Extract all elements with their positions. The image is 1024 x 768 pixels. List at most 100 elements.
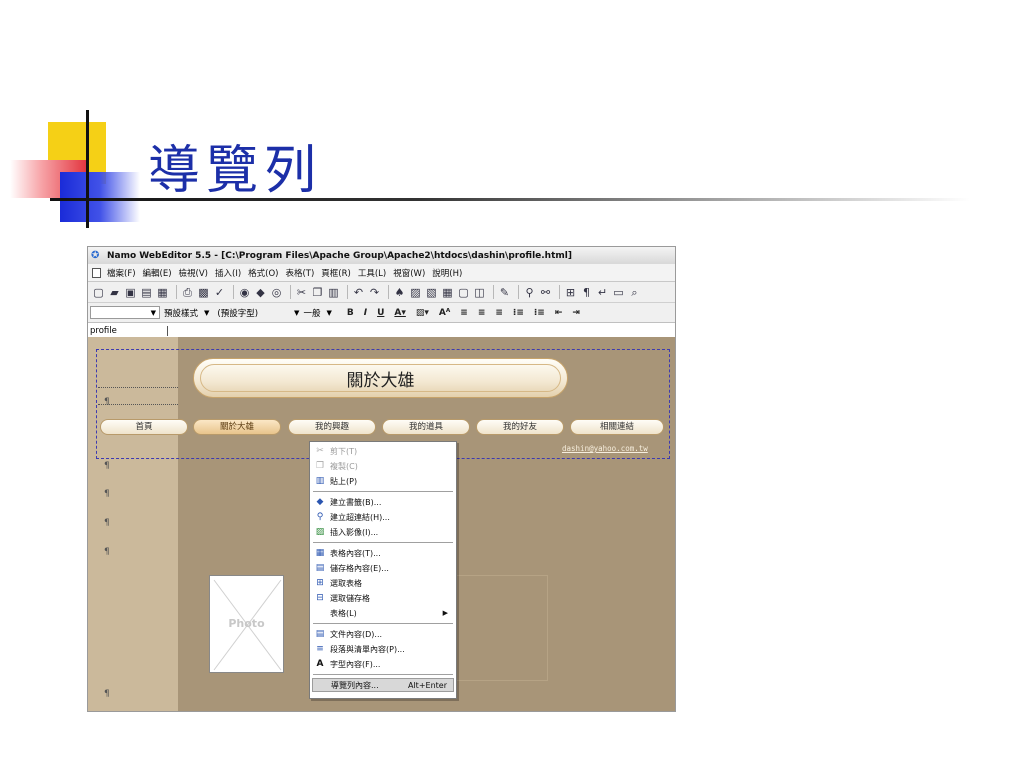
bulleted-list-icon[interactable]: ⁝≡ bbox=[534, 308, 545, 318]
zoom-icon[interactable]: ⌕ bbox=[628, 286, 641, 299]
ctx-cut[interactable]: ✂ 剪下(T) bbox=[312, 444, 454, 458]
ctx-hyperlink[interactable]: ⚲ 建立超連結(H)... bbox=[312, 510, 454, 524]
indent-icon[interactable]: ⇥ bbox=[572, 308, 580, 318]
dropdown-arrow-icon: ▼ bbox=[150, 308, 156, 317]
bookmark-icon[interactable]: ♠ bbox=[393, 286, 406, 299]
open-folder-icon[interactable]: ▰ bbox=[108, 286, 121, 299]
menu-tools[interactable]: 工具(L) bbox=[358, 267, 386, 279]
menu-file[interactable]: 檔案(F) bbox=[107, 267, 136, 279]
image-icon[interactable]: ▨ bbox=[409, 286, 422, 299]
cut-icon[interactable]: ✂ bbox=[295, 286, 308, 299]
ctx-insert-image-label: 插入影像(I)... bbox=[330, 527, 379, 537]
menu-format[interactable]: 格式(O) bbox=[248, 267, 278, 279]
dropdown-arrow-icon[interactable]: ▼ bbox=[294, 309, 299, 317]
align-left-icon[interactable]: ≡ bbox=[460, 308, 468, 318]
menu-window[interactable]: 視窗(W) bbox=[393, 267, 425, 279]
cell-boundary bbox=[98, 404, 178, 405]
copy-icon[interactable]: ❐ bbox=[311, 286, 324, 299]
ctx-navbar-properties[interactable]: 導覽列內容... Alt+Enter bbox=[312, 678, 454, 692]
ctx-font-properties[interactable]: A 字型內容(F)... bbox=[312, 657, 454, 671]
save-all-icon[interactable]: ▤ bbox=[140, 286, 153, 299]
highlight-color-icon[interactable]: ▨▾ bbox=[416, 308, 429, 318]
ctx-table-properties[interactable]: ▦ 表格內容(T)... bbox=[312, 546, 454, 560]
format-toolbar: ▼ 預設樣式 ▼ (預設字型) ▼ 一般 ▼ B I U A▾ ▨▾ Aᴬ ≡ … bbox=[88, 303, 675, 323]
nav-button-about[interactable]: 關於大雄 bbox=[193, 419, 281, 435]
menu-view[interactable]: 檢視(V) bbox=[179, 267, 208, 279]
menu-help[interactable]: 說明(H) bbox=[432, 267, 462, 279]
dropdown-arrow-icon[interactable]: ▼ bbox=[204, 309, 209, 317]
tab-profile[interactable]: profile bbox=[90, 326, 168, 336]
menu-frame[interactable]: 頁框(R) bbox=[321, 267, 351, 279]
window-titlebar: ✪ Namo WebEditor 5.5 - [C:\Program Files… bbox=[88, 247, 675, 264]
email-link[interactable]: dashin@yahoo.com.tw bbox=[562, 444, 648, 453]
font-size-icon[interactable]: Aᴬ bbox=[439, 308, 450, 318]
ctx-select-cell-label: 選取儲存格 bbox=[330, 593, 370, 603]
menu-table[interactable]: 表格(T) bbox=[285, 267, 314, 279]
ctx-insert-image[interactable]: ▨ 插入影像(I)... bbox=[312, 525, 454, 539]
bold-button[interactable]: B bbox=[347, 308, 354, 318]
editor-screenshot: ✪ Namo WebEditor 5.5 - [C:\Program Files… bbox=[87, 246, 676, 712]
ctx-copy[interactable]: ❐ 複製(C) bbox=[312, 459, 454, 473]
edit-image-icon[interactable]: ▧ bbox=[425, 286, 438, 299]
italic-button[interactable]: I bbox=[364, 308, 367, 318]
layer-icon[interactable]: ▢ bbox=[457, 286, 470, 299]
navigation-bar[interactable]: 首頁 關於大雄 我的興趣 我的道具 我的好友 相關連結 bbox=[100, 419, 670, 437]
format-painter-icon[interactable]: ✎ bbox=[498, 286, 511, 299]
site-manager-icon[interactable]: ◆ bbox=[254, 286, 267, 299]
outdent-icon[interactable]: ⇤ bbox=[555, 308, 563, 318]
slide-deco-blue-bar bbox=[60, 172, 140, 222]
nav-button-links[interactable]: 相關連結 bbox=[570, 419, 664, 435]
align-center-icon[interactable]: ≡ bbox=[478, 308, 486, 318]
font-combo-value[interactable]: (預設字型) bbox=[217, 307, 258, 319]
ctx-document-properties[interactable]: ▤ 文件內容(D)... bbox=[312, 627, 454, 641]
frame-icon[interactable]: ◫ bbox=[473, 286, 486, 299]
ctx-hyperlink-label: 建立超連結(H)... bbox=[330, 512, 390, 522]
ctx-select-cell[interactable]: ⊟ 選取儲存格 bbox=[312, 591, 454, 605]
nav-button-home[interactable]: 首頁 bbox=[100, 419, 188, 435]
ctx-paste[interactable]: ▥ 貼上(P) bbox=[312, 474, 454, 488]
undo-icon[interactable]: ↶ bbox=[352, 286, 365, 299]
underline-button[interactable]: U bbox=[377, 308, 384, 318]
preview-icon[interactable]: ▩ bbox=[197, 286, 210, 299]
line-break-icon[interactable]: ↵ bbox=[596, 286, 609, 299]
dropdown-arrow-icon[interactable]: ▼ bbox=[326, 309, 331, 317]
size-combo-value[interactable]: 一般 bbox=[303, 307, 320, 319]
remove-link-icon[interactable]: ⚯ bbox=[539, 286, 552, 299]
page-banner[interactable]: 關於大雄 bbox=[193, 358, 568, 398]
banner-title: 關於大雄 bbox=[346, 370, 415, 391]
paragraph-mark-icon: ¶ bbox=[104, 489, 110, 499]
edit-area[interactable]: ¶ ¶ ¶ ¶ ¶ ¶ 關於大雄 首頁 關於大雄 我的興趣 我的道具 我的好友 … bbox=[88, 337, 675, 711]
paragraph-mark-icon[interactable]: ¶ bbox=[580, 286, 593, 299]
table-grid-icon[interactable]: ⊞ bbox=[564, 286, 577, 299]
nav-button-interests[interactable]: 我的興趣 bbox=[288, 419, 376, 435]
style-combo[interactable]: ▼ bbox=[90, 306, 160, 319]
save-icon[interactable]: ▣ bbox=[124, 286, 137, 299]
ctx-table-submenu[interactable]: 表格(L) ▶ bbox=[312, 606, 454, 620]
form-icon[interactable]: ▭ bbox=[612, 286, 625, 299]
print-icon[interactable]: ⎙ bbox=[181, 286, 194, 299]
paste-icon[interactable]: ▥ bbox=[327, 286, 340, 299]
browser-preview-icon[interactable]: ◉ bbox=[238, 286, 251, 299]
publish-icon[interactable]: ▦ bbox=[156, 286, 169, 299]
new-file-icon[interactable]: ▢ bbox=[92, 286, 105, 299]
spellcheck-icon[interactable]: ✓ bbox=[213, 286, 226, 299]
nav-button-friends[interactable]: 我的好友 bbox=[476, 419, 564, 435]
ctx-cell-properties[interactable]: ▤ 儲存格內容(E)... bbox=[312, 561, 454, 575]
ctx-bookmark[interactable]: ◆ 建立書籤(B)... bbox=[312, 495, 454, 509]
ctx-select-table[interactable]: ⊞ 選取表格 bbox=[312, 576, 454, 590]
photo-placeholder[interactable]: Photo bbox=[209, 575, 284, 673]
hyperlink-icon[interactable]: ⚲ bbox=[523, 286, 536, 299]
align-right-icon[interactable]: ≡ bbox=[495, 308, 503, 318]
paragraph-icon: ≡ bbox=[316, 643, 324, 654]
toolbar-separator bbox=[518, 285, 519, 299]
numbered-list-icon[interactable]: ⁝≡ bbox=[513, 308, 524, 318]
nav-button-gadgets[interactable]: 我的道具 bbox=[382, 419, 470, 435]
redo-icon[interactable]: ↷ bbox=[368, 286, 381, 299]
menu-insert[interactable]: 插入(I) bbox=[215, 267, 241, 279]
menu-edit[interactable]: 編輯(E) bbox=[143, 267, 172, 279]
image-icon: ▨ bbox=[315, 526, 325, 537]
ctx-paragraph-properties[interactable]: ≡ 段落與清單內容(P)... bbox=[312, 642, 454, 656]
browser-icon[interactable]: ◎ bbox=[270, 286, 283, 299]
insert-table-icon[interactable]: ▦ bbox=[441, 286, 454, 299]
font-color-icon[interactable]: A▾ bbox=[394, 308, 405, 318]
